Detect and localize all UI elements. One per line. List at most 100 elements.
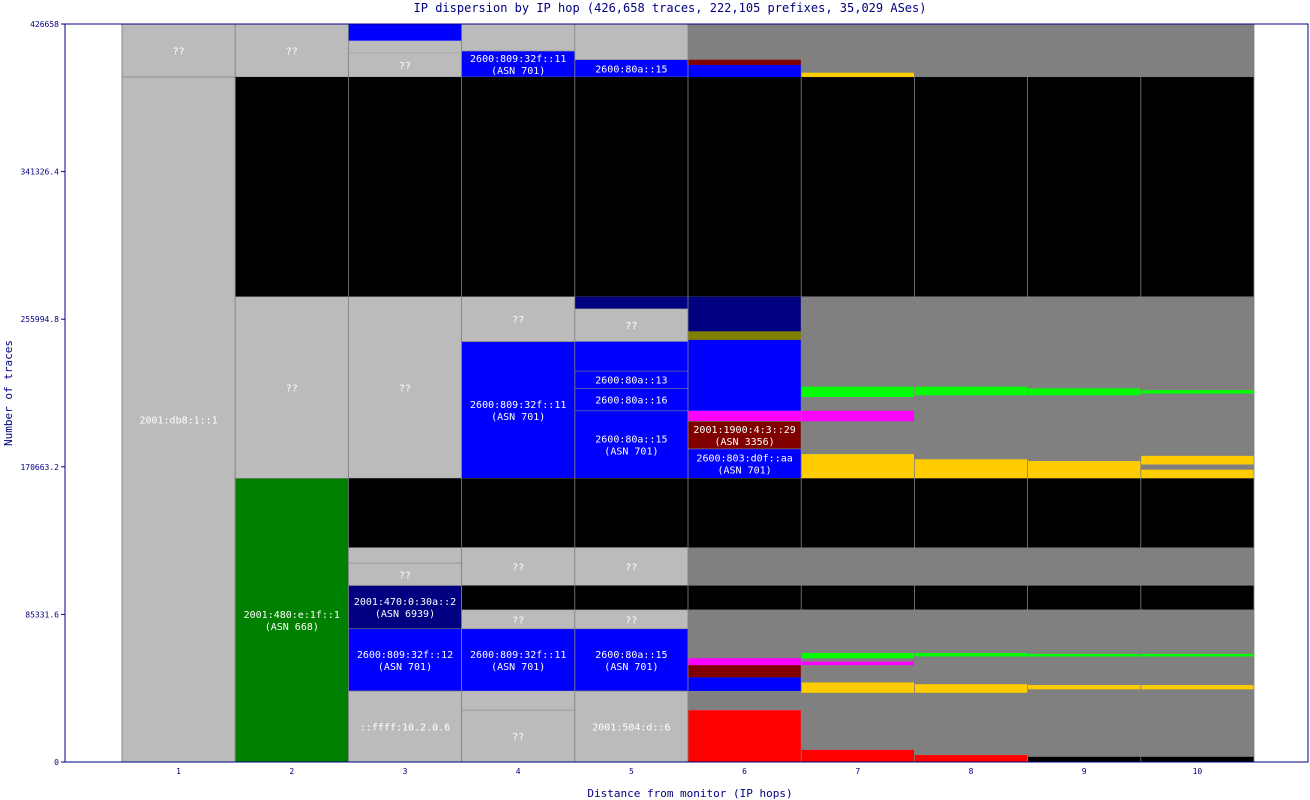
- segment-label: 2600:80a::16: [595, 396, 667, 407]
- segment-hop6-7: [688, 410, 802, 422]
- segment-hop4-2: [461, 77, 575, 297]
- y-tick-label: 341326.4: [20, 168, 59, 177]
- segment-hop9-9: [1027, 653, 1141, 657]
- y-tick-label: 170663.2: [20, 463, 59, 472]
- segment-hop5-2: [574, 77, 688, 297]
- x-tick-label: 1: [176, 767, 181, 776]
- y-tick-label: 426658: [30, 20, 59, 29]
- segment-hop6-18: [688, 691, 802, 711]
- segment-label: 2600:809:32f::11: [470, 650, 566, 661]
- segment-hop5-0: [574, 24, 688, 60]
- segment-label: ??: [399, 384, 411, 395]
- segment-label: ??: [512, 315, 524, 326]
- segment-hop6-12: [688, 585, 802, 610]
- segment-hop7-11: [801, 653, 915, 659]
- chart-title: IP dispersion by IP hop (426,658 traces,…: [414, 1, 927, 15]
- segment-hop5-3: [574, 296, 688, 309]
- hop-column-2: ????2001:480:e:1f::1(ASN 668): [234, 23, 349, 763]
- segment-hop7-7: [801, 478, 915, 548]
- segment-hop8-0: [914, 24, 1028, 78]
- segment-hop9-11: [1027, 756, 1141, 762]
- segment-hop4-7: [461, 585, 575, 610]
- segment-hop4-5: [461, 478, 575, 548]
- segment-hop8-1: [914, 77, 1028, 297]
- plot-area: ??2001:db8:1::1????2001:480:e:1f::1(ASN …: [121, 23, 1255, 763]
- y-tick-label: 85331.6: [25, 610, 59, 619]
- segment-label: 2600:80a::15: [595, 64, 667, 75]
- segment-label: ??: [399, 61, 411, 72]
- segment-hop7-6: [801, 454, 915, 479]
- segment-hop8-9: [914, 653, 1028, 657]
- segment-hop6-16: [688, 658, 802, 666]
- segment-hop10-2: [1140, 296, 1254, 479]
- segment-hop10-7: [1140, 547, 1254, 586]
- segment-label: ??: [625, 563, 637, 574]
- segment-label: ??: [625, 321, 637, 332]
- segment-hop6-10: [688, 478, 802, 548]
- segment-hop7-12: [801, 661, 915, 666]
- segment-label: ??: [286, 47, 298, 58]
- segment-label: ??: [173, 47, 185, 58]
- segment-hop3-2: [348, 24, 462, 41]
- segment-label: 2001:1900:4:3::29: [693, 425, 795, 436]
- segment-label: 2001:db8:1::1: [139, 416, 217, 427]
- x-tick-label: 6: [742, 767, 747, 776]
- segment-asn-label: (ASN 701): [604, 447, 658, 458]
- segment-hop5-9: [574, 478, 688, 548]
- segment-hop7-14: [801, 749, 915, 762]
- segment-label: ::ffff:10.2.0.6: [360, 723, 450, 734]
- x-tick-label: 7: [855, 767, 860, 776]
- segment-label: 2600:809:32f::12: [357, 650, 453, 661]
- x-tick-label: 3: [403, 767, 408, 776]
- hop-column-9: [1027, 24, 1141, 762]
- segment-hop7-9: [801, 585, 915, 610]
- hop-column-3: ??????2001:470:0:30a::2(ASN 6939)2600:80…: [347, 24, 462, 763]
- segment-hop7-0: [801, 24, 915, 78]
- segment-hop10-6: [1140, 478, 1254, 548]
- segment-hop8-3: [914, 386, 1028, 396]
- segment-hop7-5: [801, 410, 915, 422]
- segment-asn-label: (ASN 701): [491, 66, 545, 77]
- y-tick-label: 255994.8: [20, 315, 59, 324]
- segment-hop9-7: [1027, 585, 1141, 610]
- segment-label: 2001:480:e:1f::1: [244, 610, 340, 621]
- segment-hop9-0: [1027, 24, 1141, 78]
- segment-hop10-0: [1140, 24, 1254, 78]
- segment-hop4-0: [461, 24, 575, 52]
- segment-asn-label: (ASN 668): [265, 622, 319, 633]
- segment-label: ??: [512, 563, 524, 574]
- segment-hop7-4: [801, 386, 915, 398]
- segment-hop8-7: [914, 585, 1028, 610]
- y-tick-label: 0: [54, 758, 59, 767]
- x-tick-label: 5: [629, 767, 634, 776]
- hop-column-8: [914, 24, 1028, 762]
- segment-hop9-4: [1027, 461, 1141, 479]
- hop-column-4: 2600:809:32f::11(ASN 701)??2600:809:32f:…: [461, 24, 576, 763]
- segment-hop9-3: [1027, 388, 1141, 396]
- segment-label: 2600:803:d0f::aa: [696, 454, 792, 465]
- segment-hop9-10: [1027, 685, 1141, 690]
- segment-hop6-17: [688, 710, 802, 762]
- x-tick-label: 9: [1082, 767, 1087, 776]
- x-tick-label: 10: [1193, 767, 1203, 776]
- segment-label: 2600:80a::15: [595, 435, 667, 446]
- segment-asn-label: (ASN 701): [718, 466, 772, 477]
- segment-asn-label: (ASN 701): [378, 662, 432, 673]
- segment-asn-label: (ASN 6939): [375, 609, 435, 620]
- segment-hop10-11: [1140, 685, 1254, 690]
- segment-hop3-5: [348, 478, 462, 548]
- segment-label: ??: [625, 615, 637, 626]
- hop-column-5: 2600:80a::15??2600:80a::132600:80a::1626…: [574, 24, 689, 763]
- x-tick-label: 8: [969, 767, 974, 776]
- segment-hop8-6: [914, 547, 1028, 586]
- segment-hop2-1: [235, 77, 349, 297]
- segment-hop6-6: [688, 339, 802, 411]
- x-axis-label: Distance from monitor (IP hops): [587, 787, 792, 800]
- segment-hop8-10: [914, 684, 1028, 693]
- segment-hop8-5: [914, 478, 1028, 548]
- segment-hop7-2: [801, 77, 915, 297]
- segment-label: 2600:80a::15: [595, 650, 667, 661]
- segment-asn-label: (ASN 701): [491, 412, 545, 423]
- x-tick-label: 4: [516, 767, 521, 776]
- segment-hop7-13: [801, 682, 915, 693]
